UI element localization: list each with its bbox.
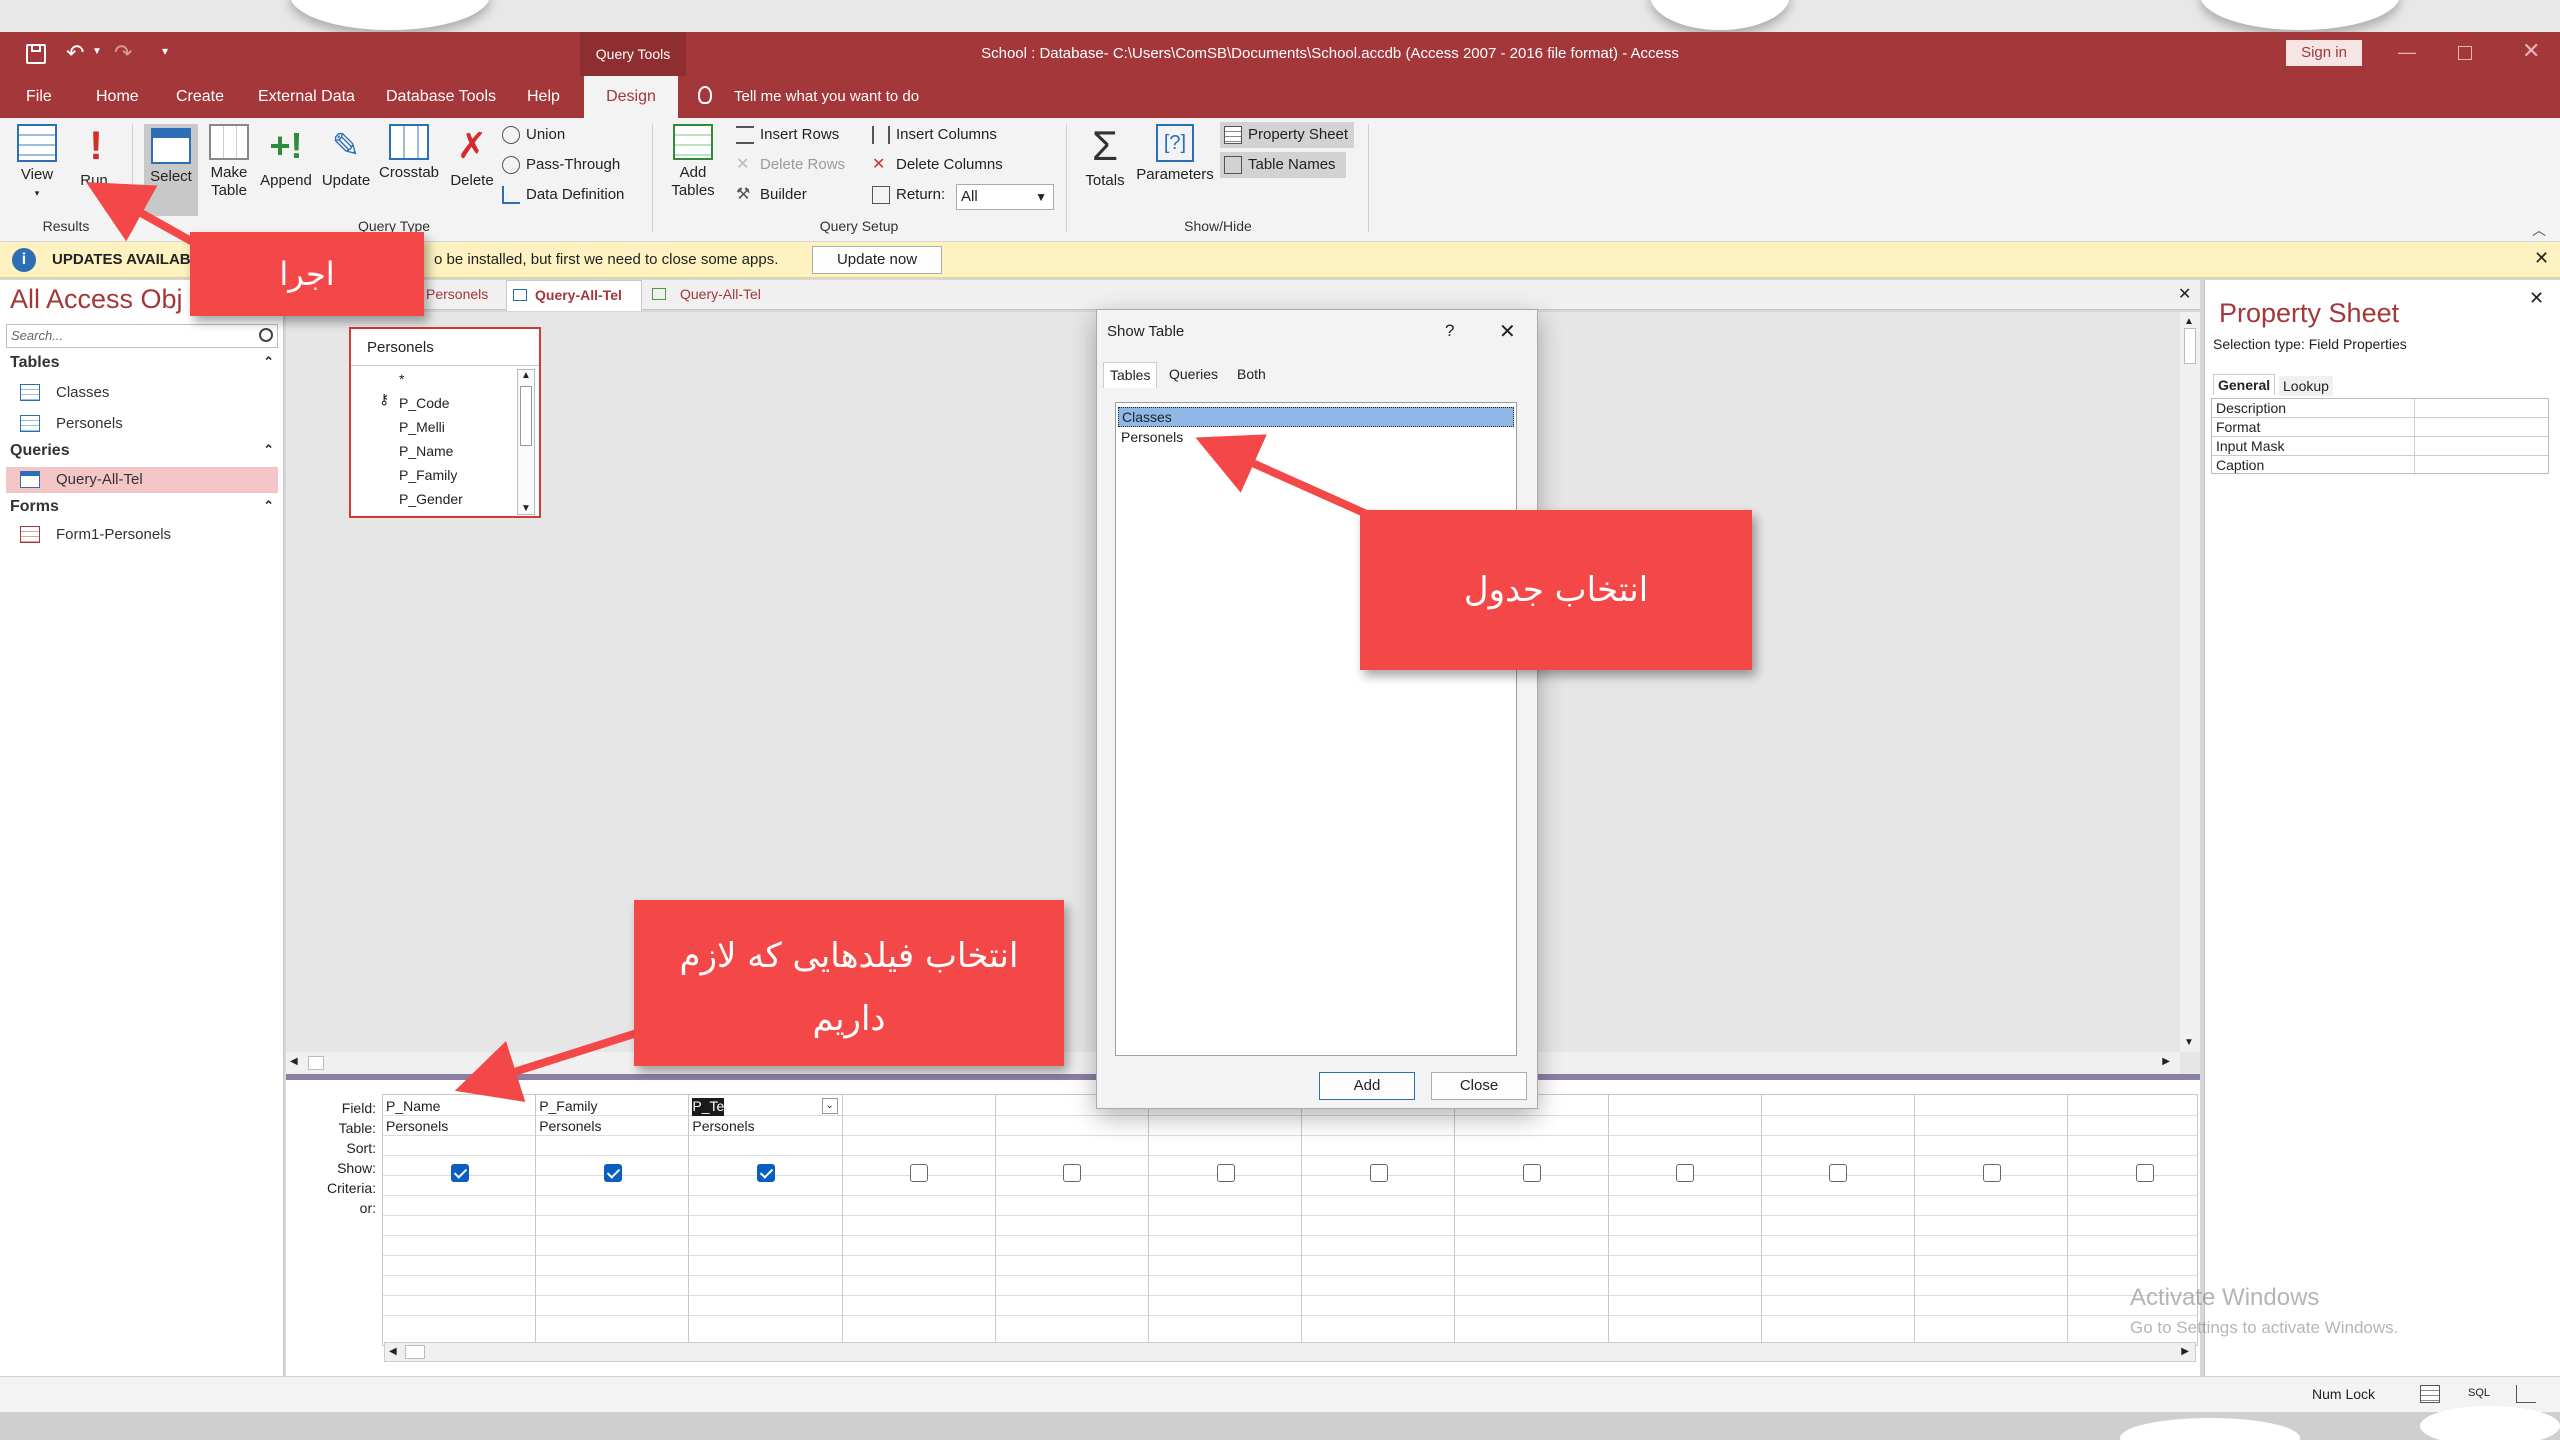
fields-arrow	[454, 1028, 642, 1102]
run-arrow	[86, 182, 202, 250]
callout-run: اجرا	[190, 232, 424, 316]
callout-select-table: انتخاب جدول	[1360, 510, 1752, 670]
table-arrow	[1195, 434, 1382, 524]
annotation-arrows	[86, 182, 1382, 1102]
callout-select-fields: انتخاب فیلدهایی که لازم داریم	[634, 900, 1064, 1066]
